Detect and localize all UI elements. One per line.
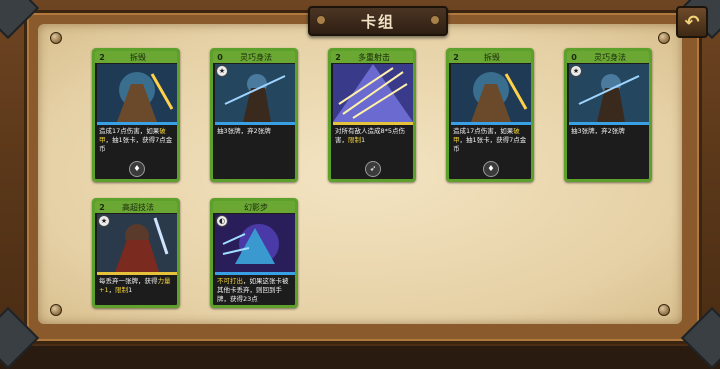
plate-rivet <box>316 15 326 25</box>
card-name: 拆毁 <box>130 52 146 62</box>
card[interactable]: 2 拆毁 造成17点伤害，如果破甲，抽1张卡，获得7点金币 ♦ <box>92 48 180 182</box>
rivet <box>658 304 670 316</box>
mage-emblem-icon: ♦ <box>129 161 145 177</box>
mage-emblem-icon: ♦ <box>483 161 499 177</box>
card-divider <box>333 122 413 125</box>
card-description: 造成17点伤害，如果破甲，抽1张卡，获得7点金币 <box>99 127 173 153</box>
card-name: 灵巧身法 <box>594 52 626 62</box>
skill-type-icon: ★ <box>570 65 582 77</box>
card-header: 0 灵巧身法 <box>567 51 649 63</box>
card-divider <box>215 122 295 125</box>
skill-type-icon: ★ <box>98 215 110 227</box>
card-name: 幻影步 <box>244 202 268 212</box>
rivet <box>658 32 670 44</box>
card-divider <box>97 272 177 275</box>
card-name: 拆毁 <box>484 52 500 62</box>
card-description: 抽3张牌，弃2张牌 <box>571 127 625 135</box>
card[interactable]: 2 拆毁 造成17点伤害，如果破甲，抽1张卡，获得7点金币 ♦ <box>446 48 534 182</box>
card-description: 不可打出，如果这张卡被其他卡丢弃，则回到手牌，获得23点 <box>217 277 289 303</box>
card-header: 2 高超技法 <box>95 201 177 213</box>
card-art <box>451 64 531 122</box>
card[interactable]: 2 多重射击 对所有敌人造成8*5点伤害，限制1 ➶ <box>328 48 416 182</box>
card-name: 高超技法 <box>122 202 154 212</box>
card-divider <box>451 122 531 125</box>
card-header: 幻影步 <box>213 201 295 213</box>
rivet <box>50 304 62 316</box>
card-cost: 2 <box>99 52 105 62</box>
card-cost: 0 <box>217 52 223 62</box>
card-name: 多重射击 <box>358 52 390 62</box>
card-header: 2 多重射击 <box>331 51 413 63</box>
card-description: 造成17点伤害，如果破甲，抽1张卡，获得7点金币 <box>453 127 527 153</box>
card[interactable]: 2 高超技法 ★ 每丢弃一张牌，获得力量+1，限制1 <box>92 198 180 308</box>
card-description: 每丢弃一张牌，获得力量+1，限制1 <box>99 277 171 294</box>
card-description: 对所有敌人造成8*5点伤害，限制1 <box>335 127 406 144</box>
skill-type-icon: ★ <box>216 65 228 77</box>
card-divider <box>97 122 177 125</box>
card-header: 2 拆毁 <box>449 51 531 63</box>
card-cost: 0 <box>571 52 577 62</box>
return-arrow-icon: ↶ <box>684 11 700 33</box>
title-plate: 卡组 <box>308 6 448 36</box>
page-title: 卡组 <box>360 12 395 31</box>
bow-emblem-icon: ➶ <box>365 161 381 177</box>
card-cost: 2 <box>99 202 105 212</box>
card-name: 灵巧身法 <box>240 52 272 62</box>
card-description: 抽3张牌，弃2张牌 <box>217 127 271 135</box>
card-cost: 2 <box>335 52 341 62</box>
back-button[interactable]: ↶ <box>676 6 708 38</box>
curse-type-icon: ◐ <box>216 215 228 227</box>
card-divider <box>569 122 649 125</box>
card-art <box>333 64 413 122</box>
card-header: 2 拆毁 <box>95 51 177 63</box>
card[interactable]: 幻影步 ◐ 不可打出，如果这张卡被其他卡丢弃，则回到手牌，获得23点 <box>210 198 298 308</box>
rivet <box>50 32 62 44</box>
card[interactable]: 0 灵巧身法 ★ 抽3张牌，弃2张牌 <box>210 48 298 182</box>
card-divider <box>215 272 295 275</box>
card[interactable]: 0 灵巧身法 ★ 抽3张牌，弃2张牌 <box>564 48 652 182</box>
plate-rivet <box>430 15 440 25</box>
card-cost: 2 <box>453 52 459 62</box>
card-art <box>97 64 177 122</box>
card-header: 0 灵巧身法 <box>213 51 295 63</box>
